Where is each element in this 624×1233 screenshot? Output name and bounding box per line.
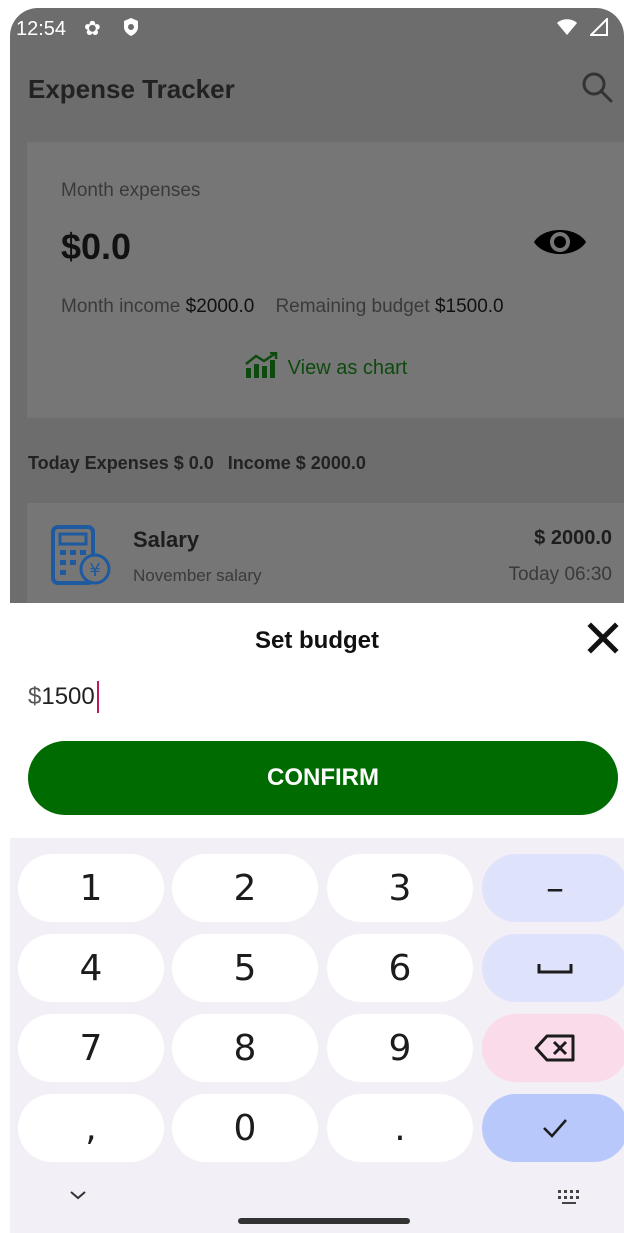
svg-text:¥: ¥ bbox=[89, 560, 100, 581]
month-expenses-label: Month expenses bbox=[61, 180, 201, 201]
month-income-value: $2000.0 bbox=[185, 296, 255, 317]
view-as-chart-label: View as chart bbox=[287, 357, 408, 379]
remaining-budget-label[interactable]: Remaining budget bbox=[275, 296, 429, 317]
close-icon[interactable] bbox=[586, 621, 620, 660]
backspace-icon bbox=[534, 1034, 575, 1062]
calculator-yuan-icon: ¥ bbox=[49, 525, 113, 592]
key-done[interactable] bbox=[482, 1094, 624, 1162]
signal-icon bbox=[588, 16, 608, 42]
search-icon[interactable] bbox=[580, 70, 614, 109]
key-2[interactable]: 2 bbox=[172, 854, 318, 922]
trending-chart-icon bbox=[244, 351, 278, 384]
app-title: Expense Tracker bbox=[28, 74, 235, 104]
key-5[interactable]: 5 bbox=[172, 934, 318, 1002]
today-expenses: Today Expenses $ 0.0 bbox=[28, 453, 214, 473]
key-comma[interactable]: , bbox=[18, 1094, 164, 1162]
confirm-button[interactable]: CONFIRM bbox=[28, 741, 618, 815]
settings-gear-icon: ✿ bbox=[84, 18, 101, 40]
status-bar: 12:54 ✿ bbox=[10, 8, 624, 48]
view-as-chart-link[interactable]: View as chart bbox=[27, 351, 624, 384]
gesture-nav-bar[interactable] bbox=[238, 1218, 410, 1224]
key-backspace[interactable] bbox=[482, 1014, 624, 1082]
key-1[interactable]: 1 bbox=[18, 854, 164, 922]
today-summary: Today Expenses $ 0.0 Income $ 2000.0 bbox=[28, 453, 380, 474]
transaction-row[interactable]: ¥ Salary November salary $ 2000.0 Today … bbox=[27, 503, 624, 603]
transaction-date: Today 06:30 bbox=[508, 564, 612, 585]
expense-tracker-app-dimmed: 12:54 ✿ Expense Tracker Month expenses $… bbox=[10, 8, 624, 603]
key-0[interactable]: 0 bbox=[172, 1094, 318, 1162]
month-income-label: Month income bbox=[61, 296, 181, 317]
key-6[interactable]: 6 bbox=[327, 934, 473, 1002]
text-cursor bbox=[96, 681, 99, 713]
key-7[interactable]: 7 bbox=[18, 1014, 164, 1082]
shield-icon bbox=[122, 17, 140, 43]
eye-icon[interactable] bbox=[532, 224, 588, 265]
month-expenses-value: $0.0 bbox=[61, 226, 132, 267]
collapse-keyboard-icon[interactable] bbox=[68, 1188, 88, 1206]
checkmark-icon bbox=[543, 1119, 567, 1138]
key-4[interactable]: 4 bbox=[18, 934, 164, 1002]
set-budget-sheet: Set budget $1500 CONFIRM bbox=[10, 603, 624, 838]
today-income: Income $ 2000.0 bbox=[227, 453, 366, 473]
month-summary-card: Month expenses $0.0 Month income $2000.0… bbox=[27, 142, 624, 418]
key-9[interactable]: 9 bbox=[327, 1014, 473, 1082]
budget-input[interactable]: $1500 bbox=[28, 681, 99, 713]
remaining-budget-value[interactable]: $1500.0 bbox=[435, 296, 504, 317]
numeric-keyboard: 1 2 3 – 4 5 6 7 8 9 , 0 . bbox=[10, 838, 624, 1233]
key-minus[interactable]: – bbox=[482, 854, 624, 922]
phone-screen: 12:54 ✿ Expense Tracker Month expenses $… bbox=[10, 8, 624, 1233]
key-3[interactable]: 3 bbox=[327, 854, 473, 922]
key-8[interactable]: 8 bbox=[172, 1014, 318, 1082]
space-icon bbox=[537, 964, 573, 974]
budget-input-value[interactable]: 1500 bbox=[41, 683, 94, 711]
transaction-name: Salary bbox=[133, 527, 200, 552]
key-period[interactable]: . bbox=[327, 1094, 473, 1162]
currency-prefix: $ bbox=[28, 683, 42, 710]
wifi-icon bbox=[556, 18, 578, 42]
transaction-description: November salary bbox=[133, 566, 262, 585]
sheet-title: Set budget bbox=[255, 627, 379, 654]
income-budget-summary: Month income $2000.0 Remaining budget $1… bbox=[61, 296, 504, 318]
transaction-amount: $ 2000.0 bbox=[534, 527, 612, 549]
keyboard-switch-icon[interactable] bbox=[556, 1188, 582, 1211]
key-space[interactable] bbox=[482, 934, 624, 1002]
status-time: 12:54 bbox=[16, 18, 67, 40]
